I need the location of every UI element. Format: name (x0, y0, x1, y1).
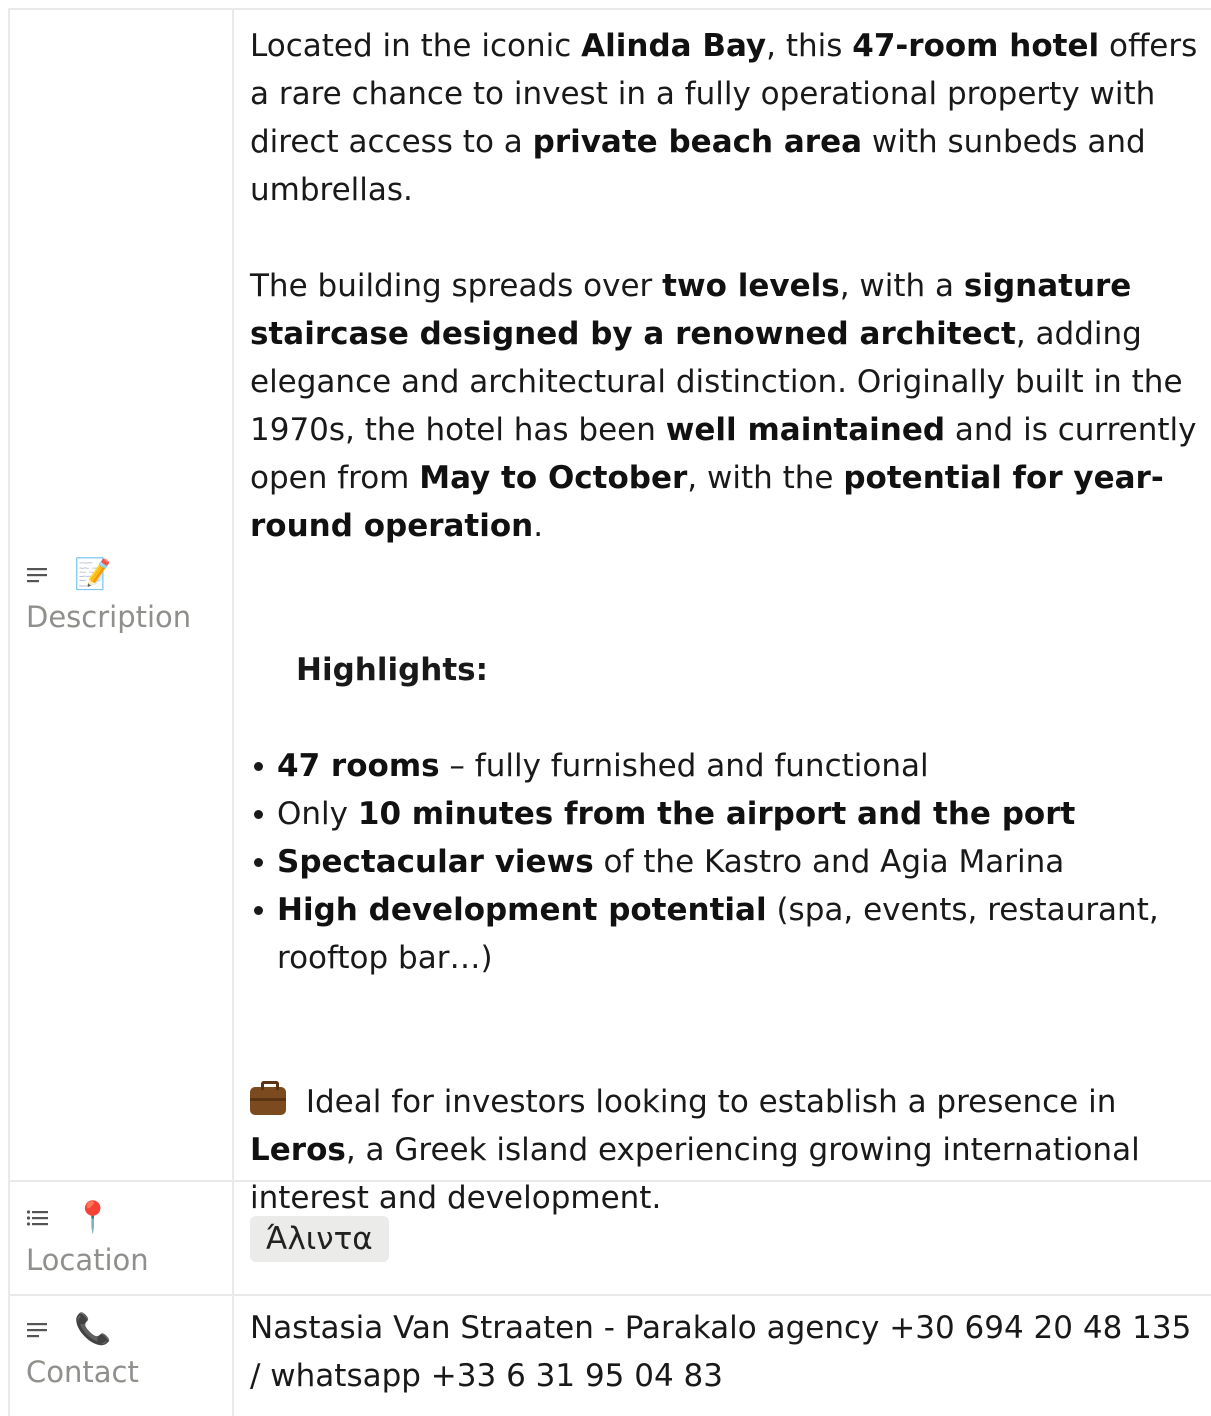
location-tag[interactable]: Άλιντα (250, 1216, 389, 1262)
description-paragraph-2: The building spreads over two levels, wi… (250, 268, 1197, 544)
location-value[interactable]: Άλιντα (234, 1182, 1211, 1294)
property-row-description: 📝 Description Located in the iconic Alin… (8, 8, 1211, 1216)
property-label: Contact (26, 1355, 139, 1389)
contact-value[interactable]: Nastasia Van Straaten - Parakalo agency … (234, 1296, 1211, 1416)
properties-table: 📝 Description Located in the iconic Alin… (8, 8, 1211, 1416)
property-name-description[interactable]: 📝 Description (8, 10, 234, 1180)
highlights-list: 47 rooms – fully furnished and functiona… (250, 742, 1211, 982)
highlights-heading: Highlights: (296, 652, 489, 688)
memo-icon: 📝 (74, 557, 112, 592)
property-name-location[interactable]: 📍 Location (8, 1182, 234, 1294)
list-item: Only 10 minutes from the airport and the… (250, 790, 1211, 838)
text-lines-icon (26, 1320, 50, 1340)
list-item: Spectacular views of the Kastro and Agia… (250, 838, 1211, 886)
text-lines-icon (26, 565, 50, 585)
briefcase-icon (250, 1081, 286, 1115)
property-label: Location (26, 1243, 149, 1277)
round-pushpin-icon: 📍 (74, 1200, 112, 1235)
bulleted-list-icon (26, 1208, 50, 1228)
telephone-receiver-icon: 📞 (74, 1312, 112, 1347)
property-row-location: 📍 Location Άλιντα (8, 1180, 1211, 1294)
property-row-contact: 📞 Contact Nastasia Van Straaten - Paraka… (8, 1294, 1211, 1416)
property-name-contact[interactable]: 📞 Contact (8, 1296, 234, 1416)
list-item: 47 rooms – fully furnished and functiona… (250, 742, 1211, 790)
contact-text: Nastasia Van Straaten - Parakalo agency … (250, 1310, 1192, 1394)
description-value[interactable]: Located in the iconic Alinda Bay, this 4… (234, 10, 1211, 1216)
description-paragraph-1: Located in the iconic Alinda Bay, this 4… (250, 28, 1198, 208)
property-label: Description (26, 600, 192, 634)
list-item: High development potential (spa, events,… (250, 886, 1211, 982)
